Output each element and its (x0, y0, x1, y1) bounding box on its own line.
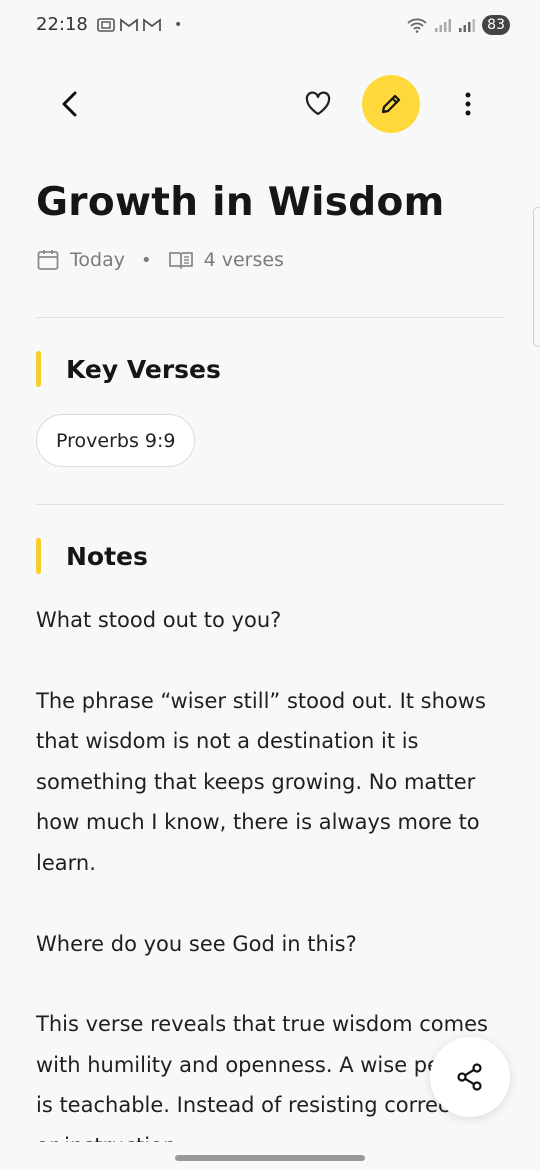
scroll-handle[interactable] (533, 207, 540, 347)
share-icon (457, 1063, 482, 1091)
share-button[interactable] (430, 1037, 510, 1117)
notes-paragraph: Where do you see God in this? (36, 931, 357, 956)
home-indicator[interactable] (175, 1155, 365, 1161)
notes-paragraph: What stood out to you? (36, 608, 282, 632)
notes-viewport: What stood out to you? The phrase “wiser… (0, 0, 540, 1142)
notes-paragraph: The phrase “wiser still” stood out. It s… (36, 688, 486, 875)
